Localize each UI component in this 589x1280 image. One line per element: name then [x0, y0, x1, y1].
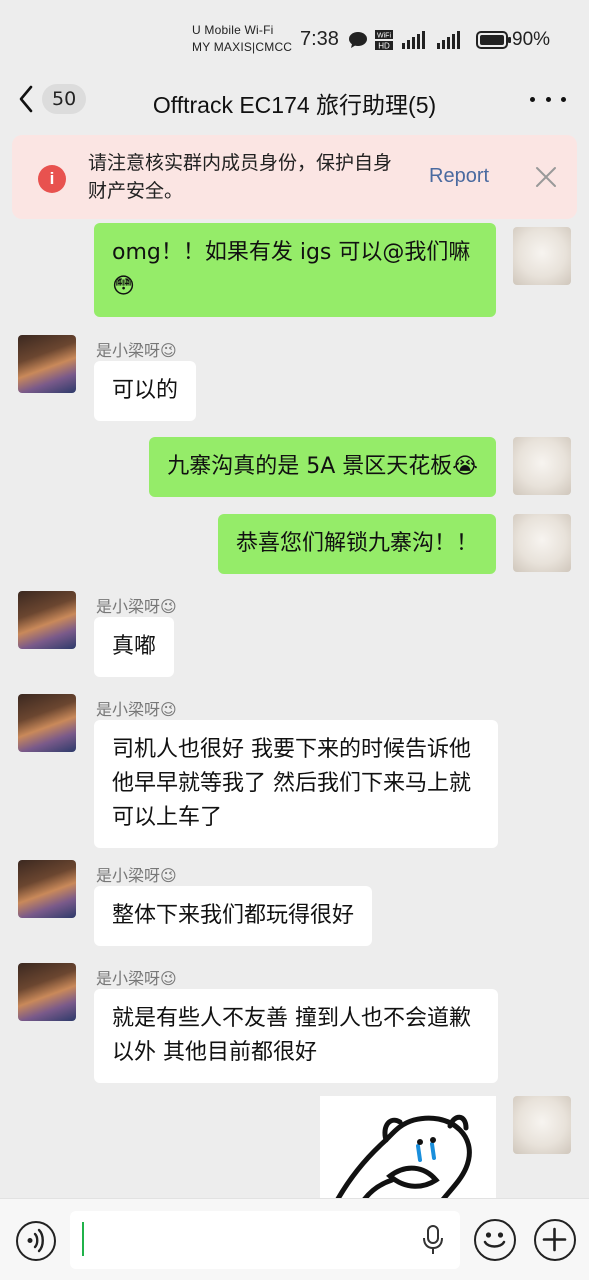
crying-cat-sticker-icon	[335, 1114, 472, 1198]
mic-icon[interactable]	[422, 1225, 444, 1255]
sender-avatar[interactable]	[18, 694, 76, 752]
status-bar: U Mobile Wi-Fi MY MAXIS|CMCC 7:38 WiFi H…	[0, 0, 589, 70]
message-incoming: 是小梁呀😉 可以的	[0, 331, 589, 431]
signal-icon	[437, 31, 460, 49]
sender-name: 是小梁呀😉	[96, 597, 177, 616]
emoji-button[interactable]	[474, 1219, 516, 1261]
close-icon	[536, 167, 556, 187]
close-warning-button[interactable]	[534, 165, 558, 189]
message-bubble[interactable]: 真嘟	[94, 617, 175, 677]
sender-avatar[interactable]	[18, 335, 76, 393]
my-avatar[interactable]	[513, 437, 571, 495]
battery-percent: 90%	[512, 29, 551, 50]
message-bubble[interactable]: 司机人也很好 我要下来的时候告诉他 他早早就等我了 然后我们下来马上就可以上车了	[94, 720, 498, 848]
sticker-image[interactable]	[320, 1096, 496, 1198]
message-bubble[interactable]: 可以的	[94, 361, 197, 421]
svg-text:WiFi: WiFi	[377, 33, 391, 40]
text-caret	[82, 1222, 84, 1256]
warning-text: 请注意核实群内成员身份，保护自身财产安全。	[88, 152, 393, 202]
message-outgoing: 恭喜您们解锁九寨沟！！	[0, 510, 589, 576]
message-input[interactable]	[70, 1211, 460, 1269]
message-bubble[interactable]: 九寨沟真的是 5A 景区天花板😭	[149, 437, 496, 497]
emoji-icon	[483, 1232, 506, 1248]
sender-avatar[interactable]	[18, 963, 76, 1021]
sender-name: 是小梁呀😉	[96, 700, 177, 719]
message-bubble[interactable]: 恭喜您们解锁九寨沟！！	[217, 514, 496, 574]
message-outgoing: omg！！如果有发 igs 可以@我们嘛😳	[0, 219, 589, 319]
report-button[interactable]: Report	[429, 165, 489, 188]
sender-avatar[interactable]	[18, 860, 76, 918]
more-options-button[interactable]	[530, 86, 566, 112]
message-incoming: 是小梁呀😉 就是有些人不友善 撞到人也不会道歉以外 其他目前都很好	[0, 961, 589, 1091]
carrier-line-2: MY MAXIS|CMCC	[192, 40, 293, 54]
my-avatar[interactable]	[513, 1096, 571, 1154]
more-dots-icon	[530, 96, 535, 102]
chat-input-bar	[0, 1198, 589, 1280]
wifi-hd-icon: WiFi HD	[375, 30, 393, 51]
carrier-line-1: U Mobile Wi-Fi	[192, 23, 274, 37]
message-incoming: 是小梁呀😉 真嘟	[0, 589, 589, 689]
carrier-info: U Mobile Wi-Fi MY MAXIS|CMCC	[192, 22, 292, 56]
sender-name: 是小梁呀😉	[96, 866, 177, 885]
svg-text:HD: HD	[378, 42, 390, 51]
chat-message-list[interactable]: omg！！如果有发 igs 可以@我们嘛😳 是小梁呀😉 可以的 九寨沟真的是 5…	[0, 219, 589, 1198]
sender-avatar[interactable]	[18, 591, 76, 649]
my-avatar[interactable]	[513, 514, 571, 572]
message-bubble[interactable]: 整体下来我们都玩得很好	[94, 886, 373, 946]
battery-icon	[476, 31, 511, 49]
chat-header: 50 Offtrack EC174 旅行助理(5)	[0, 70, 589, 128]
info-circle-icon: i	[38, 165, 66, 193]
plus-icon	[542, 1227, 567, 1252]
chat-notification-icon	[349, 32, 367, 48]
clock: 7:38	[300, 28, 339, 50]
message-bubble[interactable]: omg！！如果有发 igs 可以@我们嘛😳	[94, 223, 496, 317]
chat-title: Offtrack EC174 旅行助理(5)	[152, 92, 437, 118]
sender-name: 是小梁呀😉	[96, 341, 177, 360]
message-outgoing: 九寨沟真的是 5A 景区天花板😭	[0, 433, 589, 499]
my-avatar[interactable]	[513, 227, 571, 285]
message-bubble[interactable]: 就是有些人不友善 撞到人也不会道歉以外 其他目前都很好	[94, 989, 498, 1083]
sender-name: 是小梁呀😉	[96, 969, 177, 988]
message-incoming: 是小梁呀😉 整体下来我们都玩得很好	[0, 858, 589, 958]
status-icons: WiFi HD	[348, 28, 512, 52]
message-incoming: 是小梁呀😉 司机人也很好 我要下来的时候告诉他 他早早就等我了 然后我们下来马上…	[0, 692, 589, 852]
voice-input-button[interactable]	[16, 1221, 56, 1261]
voice-icon	[27, 1228, 44, 1253]
security-warning-banner: i 请注意核实群内成员身份，保护自身财产安全。 Report	[12, 135, 577, 219]
message-outgoing-sticker	[0, 1093, 589, 1198]
signal-5g-icon	[402, 31, 425, 49]
more-actions-button[interactable]	[534, 1219, 576, 1261]
